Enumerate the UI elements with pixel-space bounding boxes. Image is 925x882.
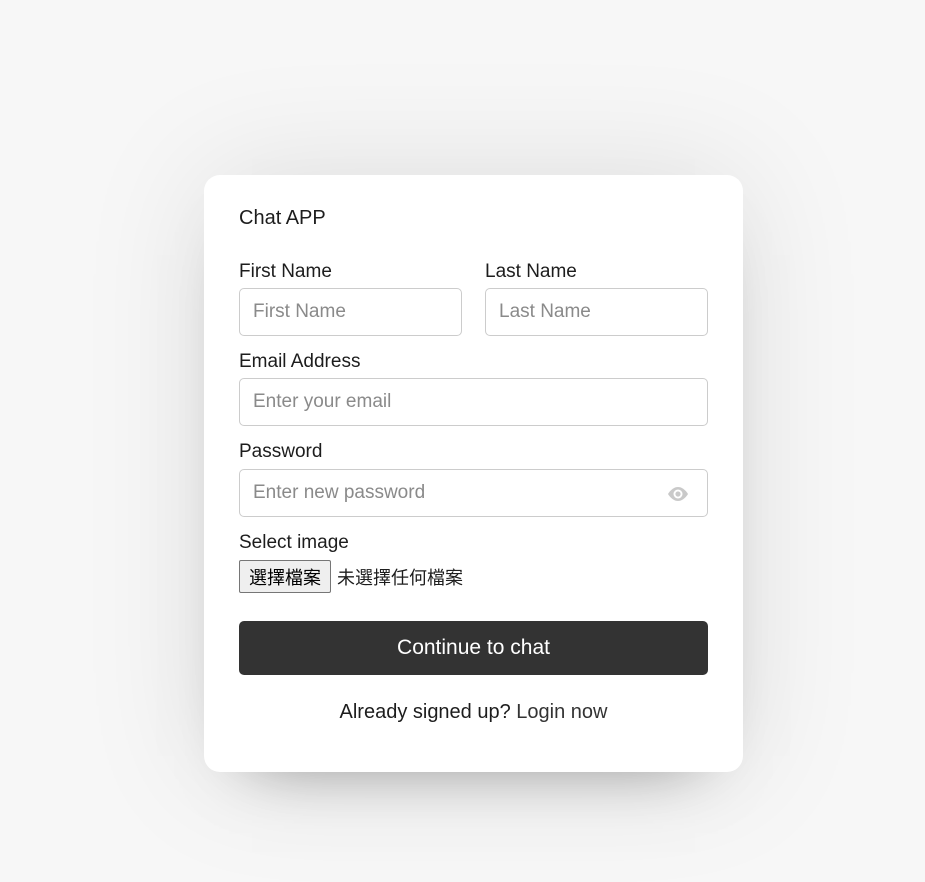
password-label: Password bbox=[239, 441, 323, 462]
first-name-input[interactable] bbox=[253, 301, 461, 323]
login-prompt-text: Already signed up? bbox=[339, 701, 511, 723]
email-field[interactable] bbox=[239, 378, 708, 426]
login-link[interactable]: Login now bbox=[516, 701, 607, 723]
image-label: Select image bbox=[239, 532, 349, 553]
file-status: 未選擇任何檔案 bbox=[337, 567, 463, 589]
login-prompt: Already signed up? Login now bbox=[204, 701, 743, 724]
first-name-field[interactable] bbox=[239, 288, 462, 336]
password-input[interactable] bbox=[253, 482, 653, 504]
app-title: Chat APP bbox=[239, 207, 326, 229]
continue-to-chat-button[interactable]: Continue to chat bbox=[239, 621, 708, 675]
eye-icon[interactable] bbox=[666, 485, 690, 503]
last-name-label: Last Name bbox=[485, 261, 577, 282]
email-input[interactable] bbox=[253, 391, 707, 413]
email-label: Email Address bbox=[239, 351, 361, 372]
password-field[interactable] bbox=[239, 469, 708, 517]
file-picker: 選擇檔案 未選擇任何檔案 bbox=[239, 560, 463, 593]
choose-file-button[interactable]: 選擇檔案 bbox=[239, 560, 331, 593]
signup-card: Chat APP First Name Last Name Email Addr… bbox=[204, 175, 743, 772]
first-name-label: First Name bbox=[239, 261, 332, 282]
last-name-input[interactable] bbox=[499, 301, 707, 323]
last-name-field[interactable] bbox=[485, 288, 708, 336]
